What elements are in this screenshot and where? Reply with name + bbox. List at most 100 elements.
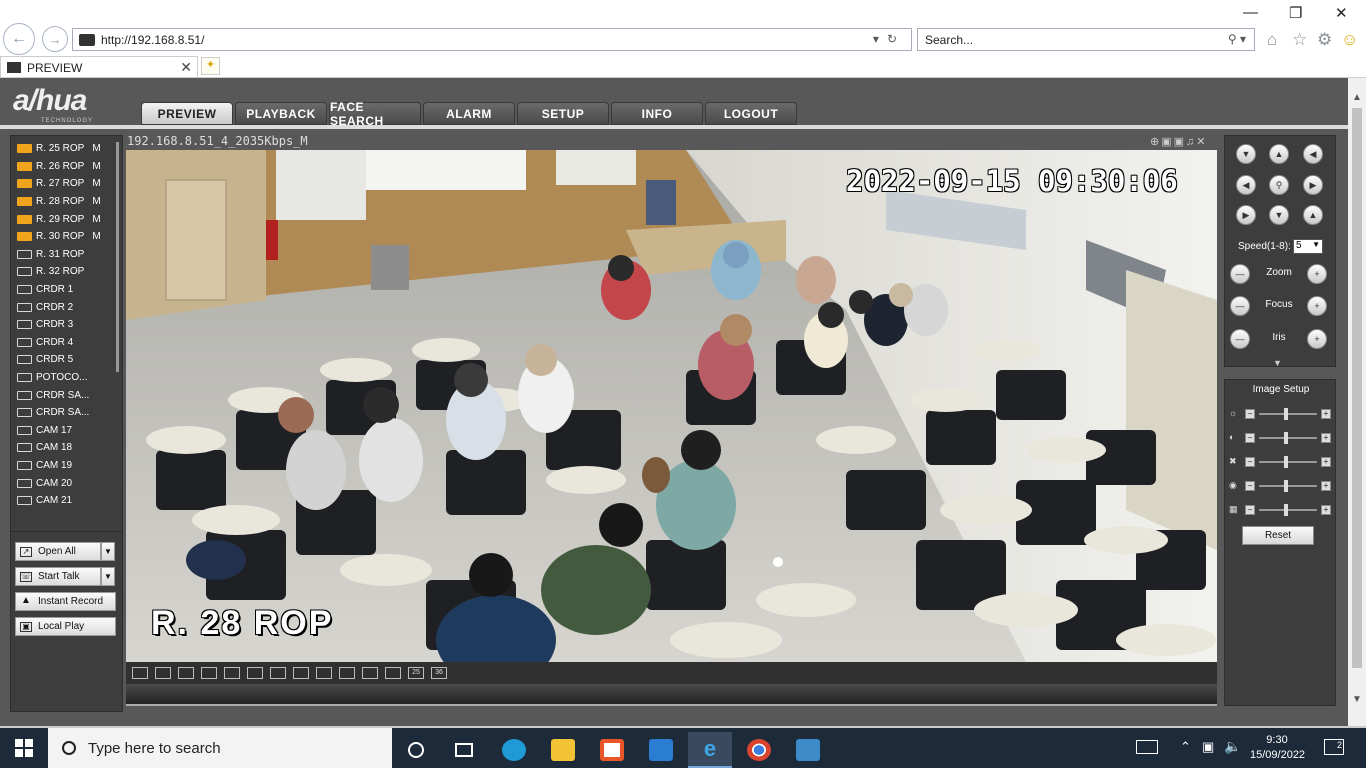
file-explorer-icon[interactable] xyxy=(541,732,585,768)
sharpness-plus-icon[interactable]: + xyxy=(1321,505,1331,515)
local-play-button[interactable]: ▣ Local Play xyxy=(15,617,116,636)
smiley-feedback-icon[interactable]: ☺ xyxy=(1341,30,1358,50)
speed-select[interactable]: 5 ▼ xyxy=(1293,239,1323,254)
brightness-minus-icon[interactable]: – xyxy=(1245,409,1255,419)
contrast-slider-handle[interactable] xyxy=(1284,432,1288,444)
tab-close-icon[interactable]: ✕ xyxy=(180,59,192,76)
start-talk-dropdown-icon[interactable]: ▼ xyxy=(101,567,115,586)
mail-icon[interactable] xyxy=(639,732,683,768)
menu-setup[interactable]: SETUP xyxy=(517,102,609,125)
cortana-icon[interactable] xyxy=(394,732,438,768)
brightness-track[interactable] xyxy=(1259,413,1317,415)
close-window-icon[interactable]: ✕ xyxy=(1335,4,1348,22)
layout-button[interactable] xyxy=(224,667,240,679)
channel-item[interactable]: R. 29 ROP M xyxy=(11,210,122,228)
volume-icon[interactable]: 🔈 xyxy=(1224,738,1241,755)
new-tab-icon[interactable]: ✦ xyxy=(201,57,220,75)
search-icon[interactable]: ⚲ ▾ xyxy=(1228,32,1246,46)
scroll-down-icon[interactable]: ▼ xyxy=(1352,694,1362,705)
taskbar-clock[interactable]: 9:30 15/09/2022 xyxy=(1250,733,1305,763)
refresh-icon[interactable]: ▾↻ xyxy=(873,32,905,46)
windows-start-icon[interactable] xyxy=(15,739,33,757)
channel-item[interactable]: CRDR 1 xyxy=(11,281,122,299)
zoom-icon[interactable]: ⊕ xyxy=(1150,136,1161,148)
contrast-track[interactable] xyxy=(1259,437,1317,439)
ptz-up-left-icon[interactable]: ▼ xyxy=(1236,144,1256,164)
address-bar[interactable]: http://192.168.8.51/ ▾↻ xyxy=(72,28,912,51)
scroll-up-icon[interactable]: ▲ xyxy=(1352,92,1362,103)
hue-track[interactable] xyxy=(1259,485,1317,487)
layout-button[interactable] xyxy=(178,667,194,679)
ptz-up-right-icon[interactable]: ◀ xyxy=(1303,144,1323,164)
ptz-right-icon[interactable]: ▶ xyxy=(1303,175,1323,195)
taskbar-search-input[interactable]: Type here to search xyxy=(48,728,392,768)
channel-item[interactable]: CAM 19 xyxy=(11,457,122,475)
ptz-down-right-icon[interactable]: ▲ xyxy=(1303,205,1323,225)
zoom-out-icon[interactable]: — xyxy=(1230,264,1250,284)
instant-record-button[interactable]: ▲ Instant Record xyxy=(15,592,116,611)
close-video-icon[interactable]: ✕ xyxy=(1196,136,1207,148)
layout-button[interactable] xyxy=(155,667,171,679)
channel-item[interactable]: CRDR 4 xyxy=(11,334,122,352)
browser-tab[interactable]: PREVIEW ✕ xyxy=(0,56,198,78)
ptz-center-icon[interactable]: ⚲ xyxy=(1269,175,1289,195)
channel-list-scrollbar[interactable] xyxy=(116,142,119,372)
layout-button[interactable] xyxy=(362,667,378,679)
layout-button[interactable] xyxy=(270,667,286,679)
hue-minus-icon[interactable]: – xyxy=(1245,481,1255,491)
channel-item[interactable]: R. 31 ROP xyxy=(11,246,122,264)
channel-item[interactable]: R. 28 ROP M xyxy=(11,193,122,211)
brightness-plus-icon[interactable]: + xyxy=(1321,409,1331,419)
channel-item[interactable]: R. 30 ROP M xyxy=(11,228,122,246)
channel-item[interactable]: R. 26 ROP M xyxy=(11,158,122,176)
hue-plus-icon[interactable]: + xyxy=(1321,481,1331,491)
sharpness-track[interactable] xyxy=(1259,509,1317,511)
ptz-up-icon[interactable]: ▲ xyxy=(1269,144,1289,164)
notification-icon[interactable]: 2 xyxy=(1324,739,1344,755)
remote-app-icon[interactable] xyxy=(786,732,830,768)
channel-item[interactable]: POTOCO... xyxy=(11,369,122,387)
ptz-left-icon[interactable]: ◀ xyxy=(1236,175,1256,195)
channel-item[interactable]: CRDR 3 xyxy=(11,316,122,334)
channel-item[interactable]: CAM 20 xyxy=(11,474,122,492)
saturation-plus-icon[interactable]: + xyxy=(1321,457,1331,467)
channel-item[interactable]: CAM 18 xyxy=(11,439,122,457)
layout-button[interactable] xyxy=(201,667,217,679)
home-icon[interactable]: ⌂ xyxy=(1267,30,1277,50)
video-feed[interactable]: 2022-09-15 09:30:06 R. 28 ROP xyxy=(126,150,1217,662)
snapshot-icon[interactable]: ▣ xyxy=(1174,136,1186,148)
zoom-in-icon[interactable]: + xyxy=(1307,264,1327,284)
menu-face-search[interactable]: FACE SEARCH xyxy=(329,100,421,128)
contrast-plus-icon[interactable]: + xyxy=(1321,433,1331,443)
layout-button[interactable] xyxy=(316,667,332,679)
layout-button[interactable] xyxy=(339,667,355,679)
start-talk-button[interactable]: ☏ Start Talk ▼ xyxy=(15,567,115,586)
chrome-icon[interactable] xyxy=(737,732,781,768)
browser-search-input[interactable]: Search... ⚲ ▾ xyxy=(917,28,1255,51)
menu-playback[interactable]: PLAYBACK xyxy=(235,102,327,125)
keyboard-icon[interactable] xyxy=(1136,740,1158,754)
layout-button[interactable]: 36 xyxy=(431,667,447,679)
saturation-minus-icon[interactable]: – xyxy=(1245,457,1255,467)
layout-button[interactable] xyxy=(247,667,263,679)
page-scrollbar[interactable]: ▲ ▼ xyxy=(1348,78,1366,726)
ptz-down-left-icon[interactable]: ▶ xyxy=(1236,205,1256,225)
favorites-star-icon[interactable]: ☆ xyxy=(1292,30,1307,50)
channel-item[interactable]: CRDR 5 xyxy=(11,351,122,369)
channel-item[interactable]: R. 27 ROP M xyxy=(11,175,122,193)
saturation-track[interactable] xyxy=(1259,461,1317,463)
iris-open-icon[interactable]: + xyxy=(1307,329,1327,349)
scroll-thumb[interactable] xyxy=(1352,108,1362,668)
channel-item[interactable]: CRDR SA... xyxy=(11,386,122,404)
brightness-slider-handle[interactable] xyxy=(1284,408,1288,420)
audio-icon[interactable]: ♫ xyxy=(1186,136,1196,148)
hue-slider-handle[interactable] xyxy=(1284,480,1288,492)
channel-item[interactable]: CRDR SA... xyxy=(11,404,122,422)
channel-item[interactable]: CAM 17 xyxy=(11,422,122,440)
sharpness-minus-icon[interactable]: – xyxy=(1245,505,1255,515)
menu-alarm[interactable]: ALARM xyxy=(423,102,515,125)
open-all-dropdown-icon[interactable]: ▼ xyxy=(101,542,115,561)
task-view-icon[interactable] xyxy=(442,732,486,768)
focus-far-icon[interactable]: + xyxy=(1307,296,1327,316)
tray-chevron-icon[interactable]: ⌃ xyxy=(1180,739,1191,755)
